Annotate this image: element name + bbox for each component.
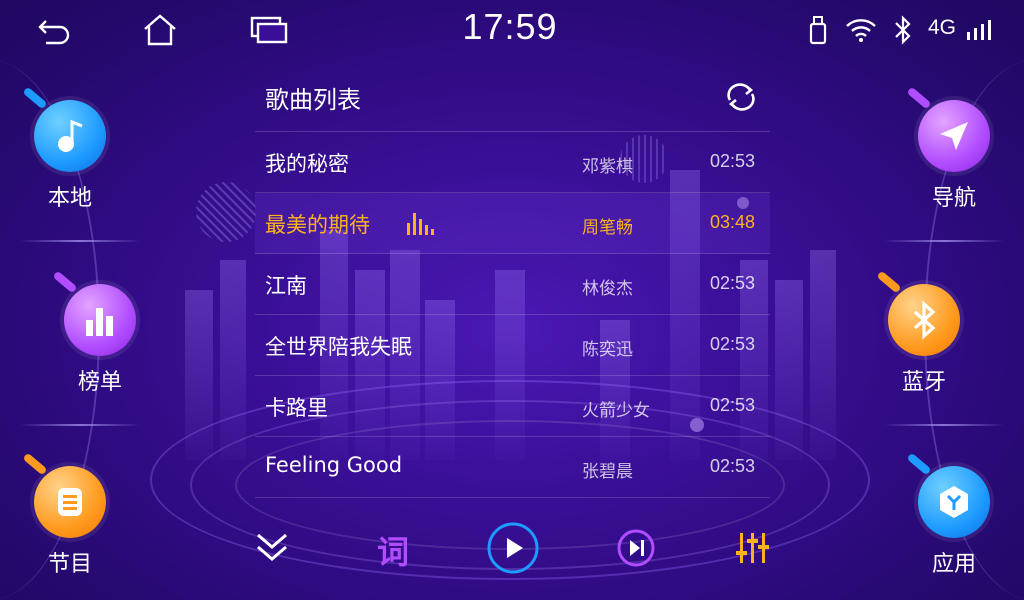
song-artist: 林俊杰 — [582, 279, 633, 299]
equalizer-button[interactable] — [732, 522, 772, 578]
song-row[interactable]: 卡路里 火箭少女 02:53 — [255, 376, 770, 437]
app-label: 榜单 — [77, 370, 122, 395]
cube-icon — [906, 452, 990, 538]
song-title: 江南 — [265, 274, 307, 298]
song-title: 我的秘密 — [265, 152, 349, 176]
song-duration: 02:53 — [710, 151, 756, 171]
song-row[interactable]: 江南 林俊杰 02:53 — [255, 254, 770, 315]
app-bluetooth[interactable]: 蓝牙 — [864, 270, 984, 396]
app-charts[interactable]: 榜单 — [40, 270, 160, 396]
status-bar: 17:59 4G — [0, 0, 1024, 60]
song-title: Feeling Good — [265, 453, 403, 477]
clock: 17:59 — [462, 6, 558, 47]
divider — [884, 240, 1004, 242]
play-button[interactable] — [485, 522, 541, 578]
play-icon — [486, 521, 540, 579]
app-label: 应用 — [931, 552, 976, 577]
divider — [884, 424, 1004, 426]
bluetooth-icon — [890, 12, 916, 48]
music-note-icon — [22, 86, 106, 172]
song-duration: 02:53 — [710, 273, 756, 293]
song-row[interactable]: 我的秘密 邓紫棋 02:53 — [255, 132, 770, 193]
app-applications[interactable]: 应用 — [894, 452, 1014, 578]
back-icon[interactable] — [34, 12, 74, 48]
equalizer-sliders-icon — [734, 531, 770, 569]
song-list-header: 歌曲列表 — [255, 60, 770, 132]
double-chevron-down-icon — [254, 531, 290, 569]
song-title: 全世界陪我失眠 — [265, 335, 412, 359]
program-icon — [22, 452, 106, 538]
song-artist: 张碧晨 — [582, 462, 633, 482]
next-track-icon — [616, 528, 656, 572]
network-type-label: 4G — [928, 16, 957, 39]
chart-icon — [52, 270, 136, 356]
song-artist: 周笔畅 — [582, 218, 633, 238]
song-list-title: 歌曲列表 — [265, 86, 361, 114]
song-artist: 陈奕迅 — [582, 340, 633, 360]
repeat-icon[interactable] — [724, 82, 758, 112]
lyrics-button[interactable]: 词 — [368, 522, 418, 578]
usb-icon — [806, 12, 830, 48]
app-label: 蓝牙 — [901, 370, 946, 395]
next-track-button[interactable] — [614, 522, 658, 578]
song-duration: 03:48 — [710, 212, 756, 232]
signal-icon — [964, 12, 992, 48]
wifi-icon — [844, 12, 878, 48]
song-duration: 02:53 — [710, 456, 756, 476]
divider — [20, 424, 140, 426]
app-label: 导航 — [931, 186, 976, 211]
app-navigation[interactable]: 导航 — [894, 86, 1014, 212]
app-label: 本地 — [47, 186, 92, 211]
song-title: 最美的期待 — [265, 213, 370, 237]
app-programs[interactable]: 节目 — [10, 452, 130, 578]
song-artist: 邓紫棋 — [582, 157, 633, 177]
divider — [20, 240, 140, 242]
bluetooth-icon — [876, 270, 960, 356]
song-row[interactable]: Feeling Good 张碧晨 02:53 — [255, 437, 770, 498]
song-row[interactable]: 全世界陪我失眠 陈奕迅 02:53 — [255, 315, 770, 376]
recent-apps-icon[interactable] — [248, 12, 290, 48]
collapse-button[interactable] — [250, 522, 294, 578]
song-title: 卡路里 — [265, 396, 328, 420]
song-list: 歌曲列表 我的秘密 邓紫棋 02:53 最美的期待 周笔畅 03:48 江南 林… — [255, 60, 770, 498]
navigation-icon — [906, 86, 990, 172]
app-label: 节目 — [47, 552, 92, 577]
song-duration: 02:53 — [710, 334, 756, 354]
song-row-playing[interactable]: 最美的期待 周笔畅 03:48 — [255, 193, 770, 254]
app-local-music[interactable]: 本地 — [10, 86, 130, 212]
now-playing-equalizer-icon — [407, 211, 437, 235]
home-icon[interactable] — [140, 12, 180, 48]
song-duration: 02:53 — [710, 395, 756, 415]
song-artist: 火箭少女 — [582, 401, 650, 421]
